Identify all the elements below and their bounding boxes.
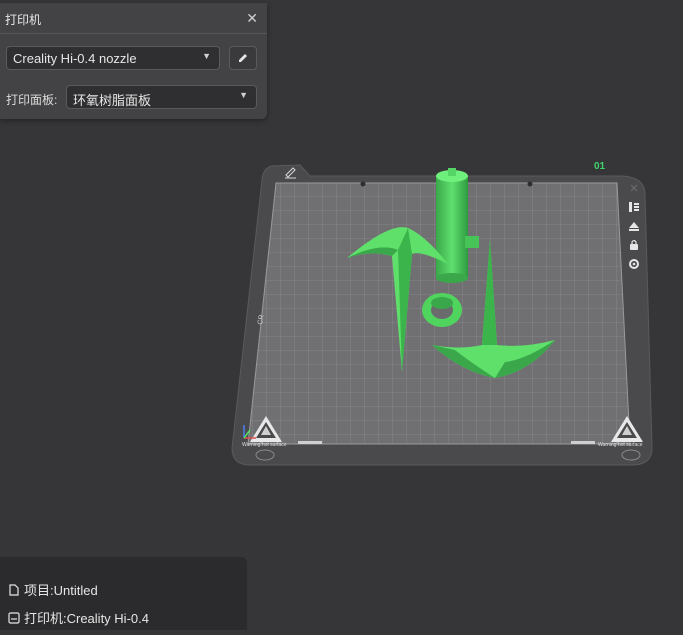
edit-printer-button[interactable]: [229, 46, 257, 70]
printer-select[interactable]: Creality Hi-0.4 nozzle ▼: [6, 46, 220, 70]
file-icon: [8, 583, 20, 596]
pencil-icon: [239, 54, 247, 62]
project-label: 项目:Untitled: [24, 583, 98, 598]
lock-icon[interactable]: [625, 238, 643, 253]
printer-panel: 打印机 ✕ Creality Hi-0.4 nozzle ▼ 打印面板: 环氧树…: [0, 3, 267, 119]
chevron-down-icon: ▼: [202, 51, 211, 61]
plate-type-value: 环氧树脂面板: [73, 93, 152, 108]
warning-text-left: Warning!hot surface: [242, 442, 287, 448]
close-plate-icon[interactable]: [625, 180, 643, 195]
printer-panel-title: 打印机: [5, 13, 42, 27]
plate-type-label: 打印面板:: [6, 93, 58, 107]
arrange-icon[interactable]: [625, 199, 643, 214]
project-row[interactable]: 项目:Untitled: [8, 580, 98, 599]
chevron-down-icon: ▼: [239, 90, 248, 100]
model-ring: [422, 293, 462, 327]
printer-select-value: Creality Hi-0.4 nozzle: [13, 51, 137, 66]
plate-toolbar: [622, 180, 646, 272]
printer-icon: [8, 611, 20, 624]
plate-number: 01: [594, 161, 606, 172]
settings-icon[interactable]: [625, 257, 643, 272]
warning-text-right: Warning!hot surface: [598, 442, 643, 448]
printer-row[interactable]: 打印机:Creality Hi-0.4: [8, 608, 149, 627]
close-icon[interactable]: ✕: [246, 10, 258, 27]
printer-panel-header: 打印机 ✕: [0, 3, 267, 34]
project-info-panel: 项目:Untitled 打印机:Creality Hi-0.4: [0, 557, 247, 630]
printer-label: 打印机:Creality Hi-0.4: [24, 611, 149, 626]
plate-type-select[interactable]: 环氧树脂面板 ▼: [66, 85, 257, 109]
orient-icon[interactable]: [625, 218, 643, 233]
